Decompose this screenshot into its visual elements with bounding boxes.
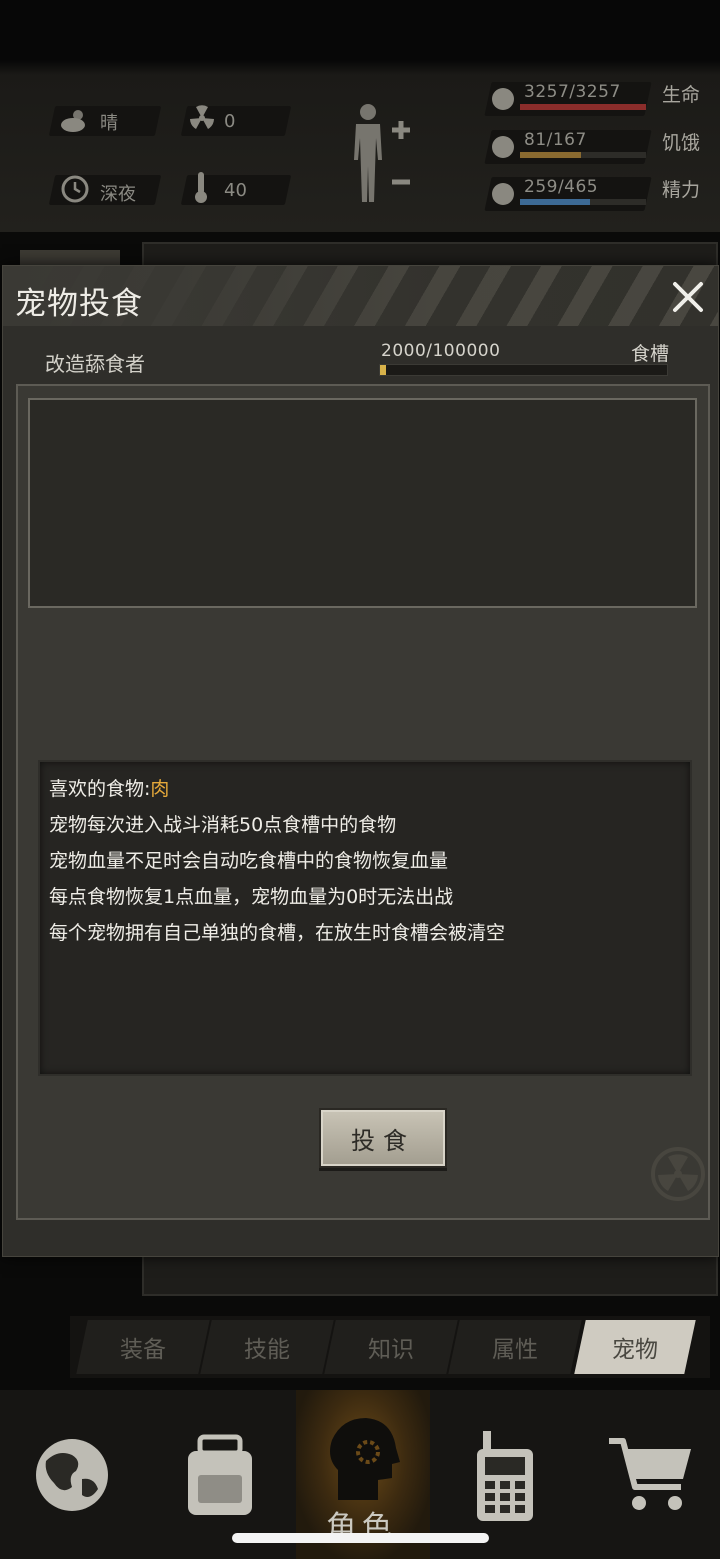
body-figure-icon[interactable] [348, 102, 418, 210]
food-item-grid[interactable] [28, 398, 697, 608]
stat-bar-fill [520, 104, 646, 110]
temperature-value: 40 [224, 180, 247, 201]
tab-pets[interactable]: 宠物 [574, 1320, 696, 1374]
dialog-title: 宠物投食 [15, 286, 143, 322]
weather-label: 晴 [100, 113, 118, 134]
nav-map[interactable] [0, 1390, 144, 1559]
feed-button[interactable]: 投食 [319, 1108, 447, 1168]
trough-progress-fill [380, 365, 386, 375]
stat-bar-fill [520, 152, 582, 158]
description-line: 每个宠物拥有自己单独的食槽，在放生时食槽会被清空 [49, 922, 506, 944]
energy-icon [492, 183, 514, 205]
home-indicator[interactable] [232, 1533, 489, 1543]
description-line: 宠物血量不足时会自动吃食槽中的食物恢复血量 [49, 850, 449, 872]
stat-label: 精力 [662, 179, 701, 201]
weather-icon [61, 110, 85, 132]
favorite-food-value: 肉 [150, 778, 170, 800]
time-of-day-label: 深夜 [100, 184, 136, 205]
stat-bar-fill [520, 199, 591, 205]
cart-icon [609, 1437, 691, 1510]
favorite-food-line: 喜欢的食物:肉 [49, 774, 169, 801]
stomach-icon [492, 136, 514, 158]
status-panel: 晴 0 深夜 40 3257/3257 生命 81/167 饥饿 259/465 精力 [0, 0, 720, 232]
radiation-watermark-icon [651, 1147, 705, 1201]
globe-icon [36, 1438, 108, 1511]
description-line: 宠物每次进入战斗消耗50点食槽中的食物 [49, 814, 397, 836]
clock-icon [61, 175, 89, 203]
tab-skills[interactable]: 技能 [200, 1320, 334, 1374]
nav-shop[interactable] [580, 1390, 720, 1559]
stat-bar [520, 199, 646, 205]
stat-bar [520, 152, 646, 158]
stat-label: 生命 [662, 84, 701, 106]
stat-bar [520, 104, 646, 110]
stat-value: 81/167 [524, 130, 587, 150]
character-icon [330, 1417, 400, 1500]
backpack-icon [188, 1434, 252, 1515]
tab-equipment[interactable]: 装备 [76, 1320, 210, 1374]
stat-value: 3257/3257 [524, 82, 621, 102]
radio-icon [477, 1430, 533, 1521]
description-box: 喜欢的食物:肉 宠物每次进入战斗消耗50点食槽中的食物 宠物血量不足时会自动吃食… [38, 760, 692, 1076]
stat-label: 饥饿 [662, 132, 701, 154]
trough-progress-bar [379, 364, 668, 376]
heart-icon [492, 88, 514, 110]
pet-feed-dialog: 宠物投食 改造舔食者 2000/100000 食槽 喜欢的食物:肉 宠物每次进入… [2, 265, 719, 1257]
thermometer-icon [195, 172, 207, 203]
favorite-food-label: 喜欢的食物: [49, 778, 151, 800]
description-line: 每点食物恢复1点血量，宠物血量为0时无法出战 [49, 886, 454, 908]
tab-knowledge[interactable]: 知识 [324, 1320, 458, 1374]
trough-value: 2000/100000 [381, 341, 501, 361]
stat-value: 259/465 [524, 177, 599, 197]
trough-label: 食槽 [631, 343, 670, 365]
radiation-icon [190, 105, 214, 129]
dialog-content: 喜欢的食物:肉 宠物每次进入战斗消耗50点食槽中的食物 宠物血量不足时会自动吃食… [16, 384, 710, 1220]
close-icon[interactable] [667, 276, 709, 318]
radiation-value: 0 [224, 111, 236, 132]
pet-name: 改造舔食者 [45, 352, 145, 376]
tab-attributes[interactable]: 属性 [448, 1320, 582, 1374]
